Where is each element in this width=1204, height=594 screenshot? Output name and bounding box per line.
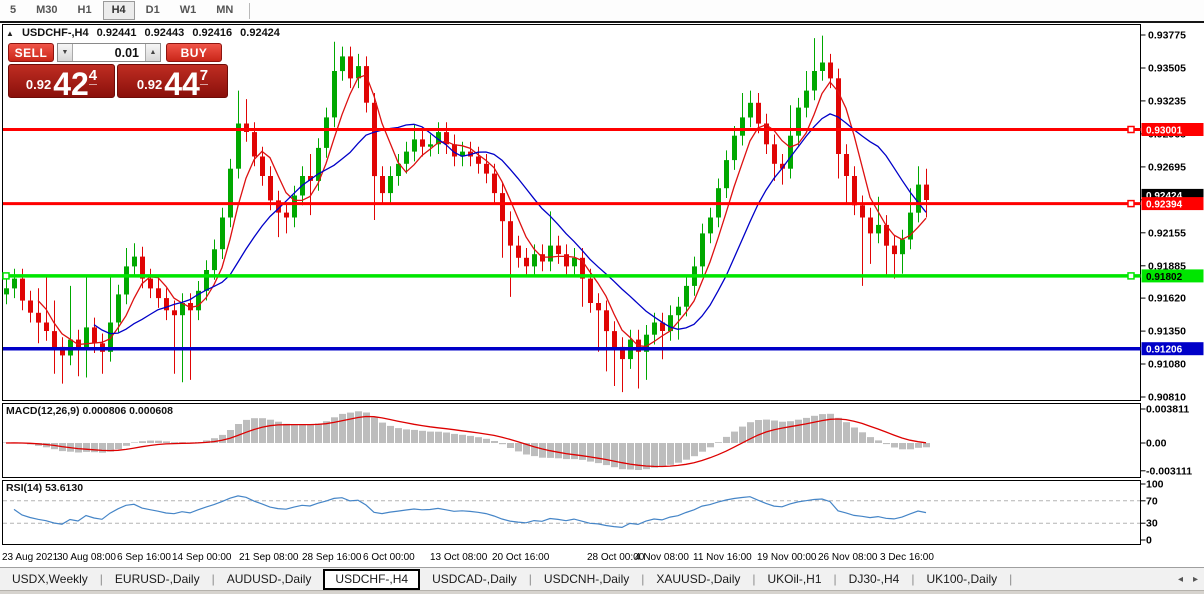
tab-usdcnh-daily[interactable]: USDCNH-,Daily [532, 569, 641, 590]
volume-input[interactable] [73, 44, 145, 61]
time-axis[interactable]: 23 Aug 202130 Aug 08:00 6 Sep 16:00 14 Sep… [2, 552, 934, 563]
trading-terminal-window: 5 M30 H1 H4 D1 W1 MN 0.93775 0.93505 0.93235 0.92… [0, 0, 1204, 594]
svg-text:19 Nov 00:00: 19 Nov 00:00 [757, 552, 817, 563]
svg-text:0.90810: 0.90810 [1148, 392, 1186, 404]
level-price-tag: 0.91206 [1141, 342, 1204, 356]
sell-button[interactable]: SELL [8, 43, 54, 62]
timeframe-button-mn[interactable]: MN [207, 1, 242, 20]
svg-text:30 Aug 08:00: 30 Aug 08:00 [57, 552, 116, 563]
timeframe-button-h4[interactable]: H4 [102, 1, 135, 20]
svg-text:0.91206: 0.91206 [1146, 345, 1183, 356]
sell-price-panel[interactable]: 0.92 42 4 [8, 64, 115, 102]
macd-axis: 0.003811 0.00 -0.003111 [1140, 404, 1192, 477]
svg-text:0.00: 0.00 [1146, 438, 1167, 450]
timeframe-button-m30[interactable]: M30 [27, 1, 66, 20]
svg-text:0.003811: 0.003811 [1146, 404, 1189, 416]
horizontal-level-line[interactable] [3, 199, 1141, 208]
timeframe-toolbar: 5 M30 H1 H4 D1 W1 MN [0, 0, 1204, 23]
tab-ukoil-h1[interactable]: UKOil-,H1 [756, 569, 834, 590]
svg-text:3 Dec 16:00: 3 Dec 16:00 [880, 552, 934, 563]
tab-audusd-daily[interactable]: AUDUSD-,Daily [215, 569, 324, 590]
buy-price-big: 44 [164, 66, 200, 102]
svg-text:0: 0 [1146, 535, 1152, 547]
buy-price-prefix: 0.92 [136, 77, 163, 92]
ohlc-low-value: 0.92416 [192, 27, 233, 39]
ohlc-high-value: 0.92443 [144, 27, 185, 39]
svg-text:0.92394: 0.92394 [1146, 200, 1183, 211]
timeframe-button-h1[interactable]: H1 [69, 1, 101, 20]
tab-separator: | [1009, 572, 1013, 586]
triangle-up-icon: ▲ [149, 49, 157, 56]
collapse-panel-icon[interactable]: ▲ [6, 29, 14, 38]
svg-text:0.91350: 0.91350 [1148, 326, 1186, 338]
macd-histogram [3, 411, 930, 470]
rsi-indicator-label: RSI(14) 53.6130 [6, 482, 84, 494]
volume-stepper: ▼ ▲ [57, 43, 161, 62]
svg-text:21 Sep 08:00: 21 Sep 08:00 [239, 552, 299, 563]
tab-scroll-right[interactable]: ▸ [1193, 574, 1198, 585]
svg-text:0.93001: 0.93001 [1146, 126, 1183, 137]
tab-usdchf-h4[interactable]: USDCHF-,H4 [323, 568, 421, 590]
tab-usdx-weekly[interactable]: USDX,Weekly [0, 569, 100, 590]
tab-xauusd-daily[interactable]: XAUUSD-,Daily [644, 569, 752, 590]
triangle-down-icon: ▼ [61, 49, 69, 56]
svg-text:0.91802: 0.91802 [1146, 272, 1183, 283]
svg-text:20 Oct 16:00: 20 Oct 16:00 [492, 552, 550, 563]
svg-text:0.91620: 0.91620 [1148, 293, 1186, 305]
sell-price-prefix: 0.92 [25, 77, 52, 92]
tab-uk100-daily[interactable]: UK100-,Daily [914, 569, 1009, 590]
horizontal-level-line[interactable] [2, 272, 1141, 280]
buy-button[interactable]: BUY [166, 43, 222, 62]
level-price-tag: 0.91802 [1141, 269, 1204, 283]
svg-text:70: 70 [1146, 495, 1158, 507]
svg-text:0.91080: 0.91080 [1148, 359, 1186, 371]
level-price-tag: 0.93001 [1141, 123, 1204, 137]
buy-price-panel[interactable]: 0.92 44 7 [117, 64, 228, 102]
svg-text:26 Nov 08:00: 26 Nov 08:00 [818, 552, 878, 563]
sell-price-big: 42 [53, 66, 89, 102]
svg-text:23 Aug 2021: 23 Aug 2021 [2, 552, 59, 563]
svg-text:0.93235: 0.93235 [1148, 95, 1186, 107]
status-bar [0, 590, 1204, 594]
rsi-axis: 100 70 30 0 [1140, 479, 1164, 547]
svg-text:30: 30 [1146, 518, 1158, 530]
timeframe-button-w1[interactable]: W1 [171, 1, 206, 20]
tab-eurusd-daily[interactable]: EURUSD-,Daily [103, 569, 212, 590]
svg-text:0.92695: 0.92695 [1148, 161, 1186, 173]
svg-text:14 Sep 00:00: 14 Sep 00:00 [172, 552, 232, 563]
ohlc-close-value: 0.92424 [240, 27, 280, 39]
svg-text:6 Oct 00:00: 6 Oct 00:00 [363, 552, 415, 563]
svg-text:0.92155: 0.92155 [1148, 227, 1186, 239]
volume-increase-button[interactable]: ▲ [145, 44, 160, 61]
svg-text:0.93775: 0.93775 [1148, 30, 1186, 42]
timeframe-button-5[interactable]: 5 [1, 1, 25, 20]
macd-indicator-label: MACD(12,26,9) 0.000806 0.000608 [6, 405, 173, 417]
horizontal-level-line[interactable] [3, 125, 1141, 134]
svg-text:-0.003111: -0.003111 [1146, 465, 1192, 477]
sell-price-sup: 4 [88, 67, 98, 85]
ohlc-open-value: 0.92441 [96, 27, 137, 39]
svg-text:6 Sep 16:00: 6 Sep 16:00 [117, 552, 171, 563]
chart-symbol-label: USDCHF-,H4 [21, 27, 89, 39]
buy-price-sup: 7 [199, 67, 209, 85]
svg-text:4 Nov 08:00: 4 Nov 08:00 [635, 552, 689, 563]
svg-text:0.93505: 0.93505 [1148, 63, 1186, 75]
svg-text:11 Nov 16:00: 11 Nov 16:00 [693, 552, 752, 563]
svg-text:28 Sep 16:00: 28 Sep 16:00 [302, 552, 362, 563]
tab-usdcad-daily[interactable]: USDCAD-,Daily [420, 569, 529, 590]
tab-dj30-h4[interactable]: DJ30-,H4 [837, 569, 912, 590]
timeframe-button-d1[interactable]: D1 [137, 1, 169, 20]
chart-title: ▲ USDCHF-,H4 0.92441 0.92443 0.92416 0.9… [6, 27, 285, 39]
svg-text:13 Oct 08:00: 13 Oct 08:00 [430, 552, 488, 563]
svg-text:100: 100 [1146, 479, 1164, 491]
chart-tab-bar: USDX,Weekly | EURUSD-,Daily | AUDUSD-,Daily U… [0, 567, 1204, 590]
toolbar-separator [249, 2, 251, 19]
level-price-tag: 0.92394 [1141, 197, 1204, 211]
volume-decrease-button[interactable]: ▼ [58, 44, 73, 61]
tab-scroll-left[interactable]: ◂ [1178, 574, 1183, 585]
